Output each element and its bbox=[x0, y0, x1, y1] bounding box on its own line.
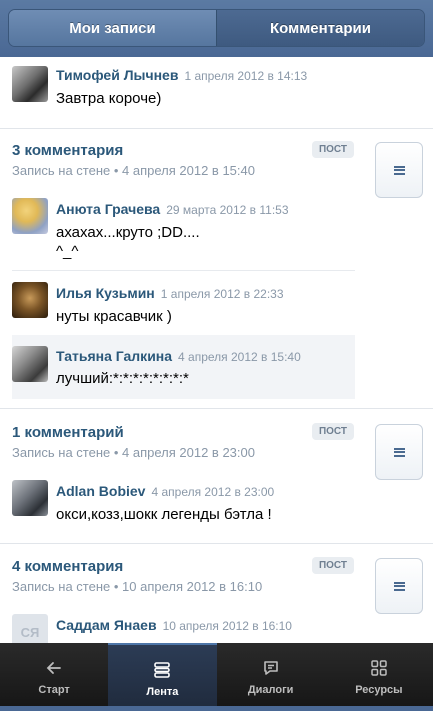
comment-date: 1 апреля 2012 в 22:33 bbox=[160, 287, 284, 301]
post-subtitle: Запись на стене • 4 апреля 2012 в 23:00 bbox=[12, 445, 255, 460]
comment-header: Татьяна Галкина 4 апреля 2012 в 15:40 bbox=[56, 348, 301, 366]
comment-date: 10 апреля 2012 в 16:10 bbox=[162, 619, 292, 633]
bottom-tab-bar: Старт Лента Диалоги Ресурсы bbox=[0, 643, 433, 711]
comment-date: 4 апреля 2012 в 23:00 bbox=[151, 485, 275, 499]
highlighted-comment[interactable]: Татьяна Галкина 4 апреля 2012 в 15:40 луч… bbox=[12, 335, 355, 399]
comment-author[interactable]: Саддам Янаев bbox=[56, 617, 157, 633]
post-title[interactable]: 4 комментария bbox=[12, 558, 123, 575]
tab-my-posts[interactable]: Мои записи bbox=[9, 10, 216, 46]
post-badge: ПОСТ bbox=[312, 141, 354, 158]
divider bbox=[12, 270, 355, 271]
comment-header: Анюта Грачева 29 марта 2012 в 11:53 bbox=[56, 201, 289, 219]
header-bar: Мои записи Комментарии bbox=[0, 0, 433, 57]
comment-date: 4 апреля 2012 в 15:40 bbox=[178, 350, 301, 364]
tab-label: Диалоги bbox=[247, 684, 294, 696]
avatar[interactable] bbox=[12, 480, 48, 516]
menu-icon bbox=[393, 165, 405, 175]
tab-label: Лента bbox=[146, 686, 179, 698]
tab-label: Ресурсы bbox=[355, 684, 403, 696]
comment-text: окси,козз,шокк легенды бэтла ! bbox=[56, 506, 272, 523]
comment-date: 1 апреля 2012 в 14:13 bbox=[184, 69, 308, 83]
menu-icon bbox=[393, 447, 405, 457]
chat-bubble-icon bbox=[262, 658, 280, 678]
avatar[interactable] bbox=[12, 198, 48, 234]
grid-icon bbox=[370, 658, 388, 678]
feed-icon bbox=[153, 660, 171, 680]
comment-header: Тимофей Лычнев 1 апреля 2012 в 14:13 bbox=[56, 67, 307, 85]
post-menu-button[interactable] bbox=[375, 558, 423, 614]
bottom-strip bbox=[0, 706, 433, 711]
post-badge: ПОСТ bbox=[312, 423, 354, 440]
divider bbox=[0, 543, 433, 544]
comment-author[interactable]: Adlan Bobiev bbox=[56, 483, 145, 499]
avatar[interactable]: СЯ bbox=[12, 614, 48, 643]
comment-header: Саддам Янаев 10 апреля 2012 в 16:10 bbox=[56, 617, 292, 635]
post-title[interactable]: 3 комментария bbox=[12, 142, 123, 159]
comment-author[interactable]: Анюта Грачева bbox=[56, 201, 160, 217]
tab-start[interactable]: Старт bbox=[0, 643, 108, 711]
tab-feed[interactable]: Лента bbox=[108, 643, 217, 711]
divider bbox=[0, 128, 433, 129]
comment-header: Илья Кузьмин 1 апреля 2012 в 22:33 bbox=[56, 285, 284, 303]
post-menu-button[interactable] bbox=[375, 142, 423, 198]
post-subtitle: Запись на стене • 10 апреля 2012 в 16:10 bbox=[12, 579, 263, 594]
comment-text: ^_^ bbox=[56, 243, 79, 260]
segmented-control: Мои записи Комментарии bbox=[8, 9, 425, 47]
comment-author[interactable]: Илья Кузьмин bbox=[56, 285, 155, 301]
post-badge: ПОСТ bbox=[312, 557, 354, 574]
comment-header: Adlan Bobiev 4 апреля 2012 в 23:00 bbox=[56, 483, 274, 501]
tab-dialogs[interactable]: Диалоги bbox=[217, 643, 325, 711]
comment-author[interactable]: Тимофей Лычнев bbox=[56, 67, 178, 83]
comment-date: 29 марта 2012 в 11:53 bbox=[166, 203, 289, 217]
comments-feed[interactable]: Тимофей Лычнев 1 апреля 2012 в 14:13 Завт… bbox=[0, 57, 433, 643]
comment-text: Завтра короче) bbox=[56, 90, 162, 107]
tab-comments[interactable]: Комментарии bbox=[216, 10, 424, 46]
avatar[interactable] bbox=[12, 346, 48, 382]
post-menu-button[interactable] bbox=[375, 424, 423, 480]
arrow-left-icon bbox=[46, 658, 62, 678]
comment-text: нуты красавчик ) bbox=[56, 308, 172, 325]
tab-label: Старт bbox=[38, 684, 70, 696]
post-title[interactable]: 1 комментарий bbox=[12, 424, 124, 441]
tab-resources[interactable]: Ресурсы bbox=[325, 643, 433, 711]
comment-author[interactable]: Татьяна Галкина bbox=[56, 348, 172, 364]
avatar[interactable] bbox=[12, 66, 48, 102]
comment-text: лучший:*:*:*:*:*:*:*:* bbox=[56, 370, 189, 387]
post-subtitle: Запись на стене • 4 апреля 2012 в 15:40 bbox=[12, 163, 255, 178]
divider bbox=[0, 408, 433, 409]
comment-text: ахахах...круто ;DD.... bbox=[56, 224, 200, 241]
menu-icon bbox=[393, 581, 405, 591]
avatar[interactable] bbox=[12, 282, 48, 318]
